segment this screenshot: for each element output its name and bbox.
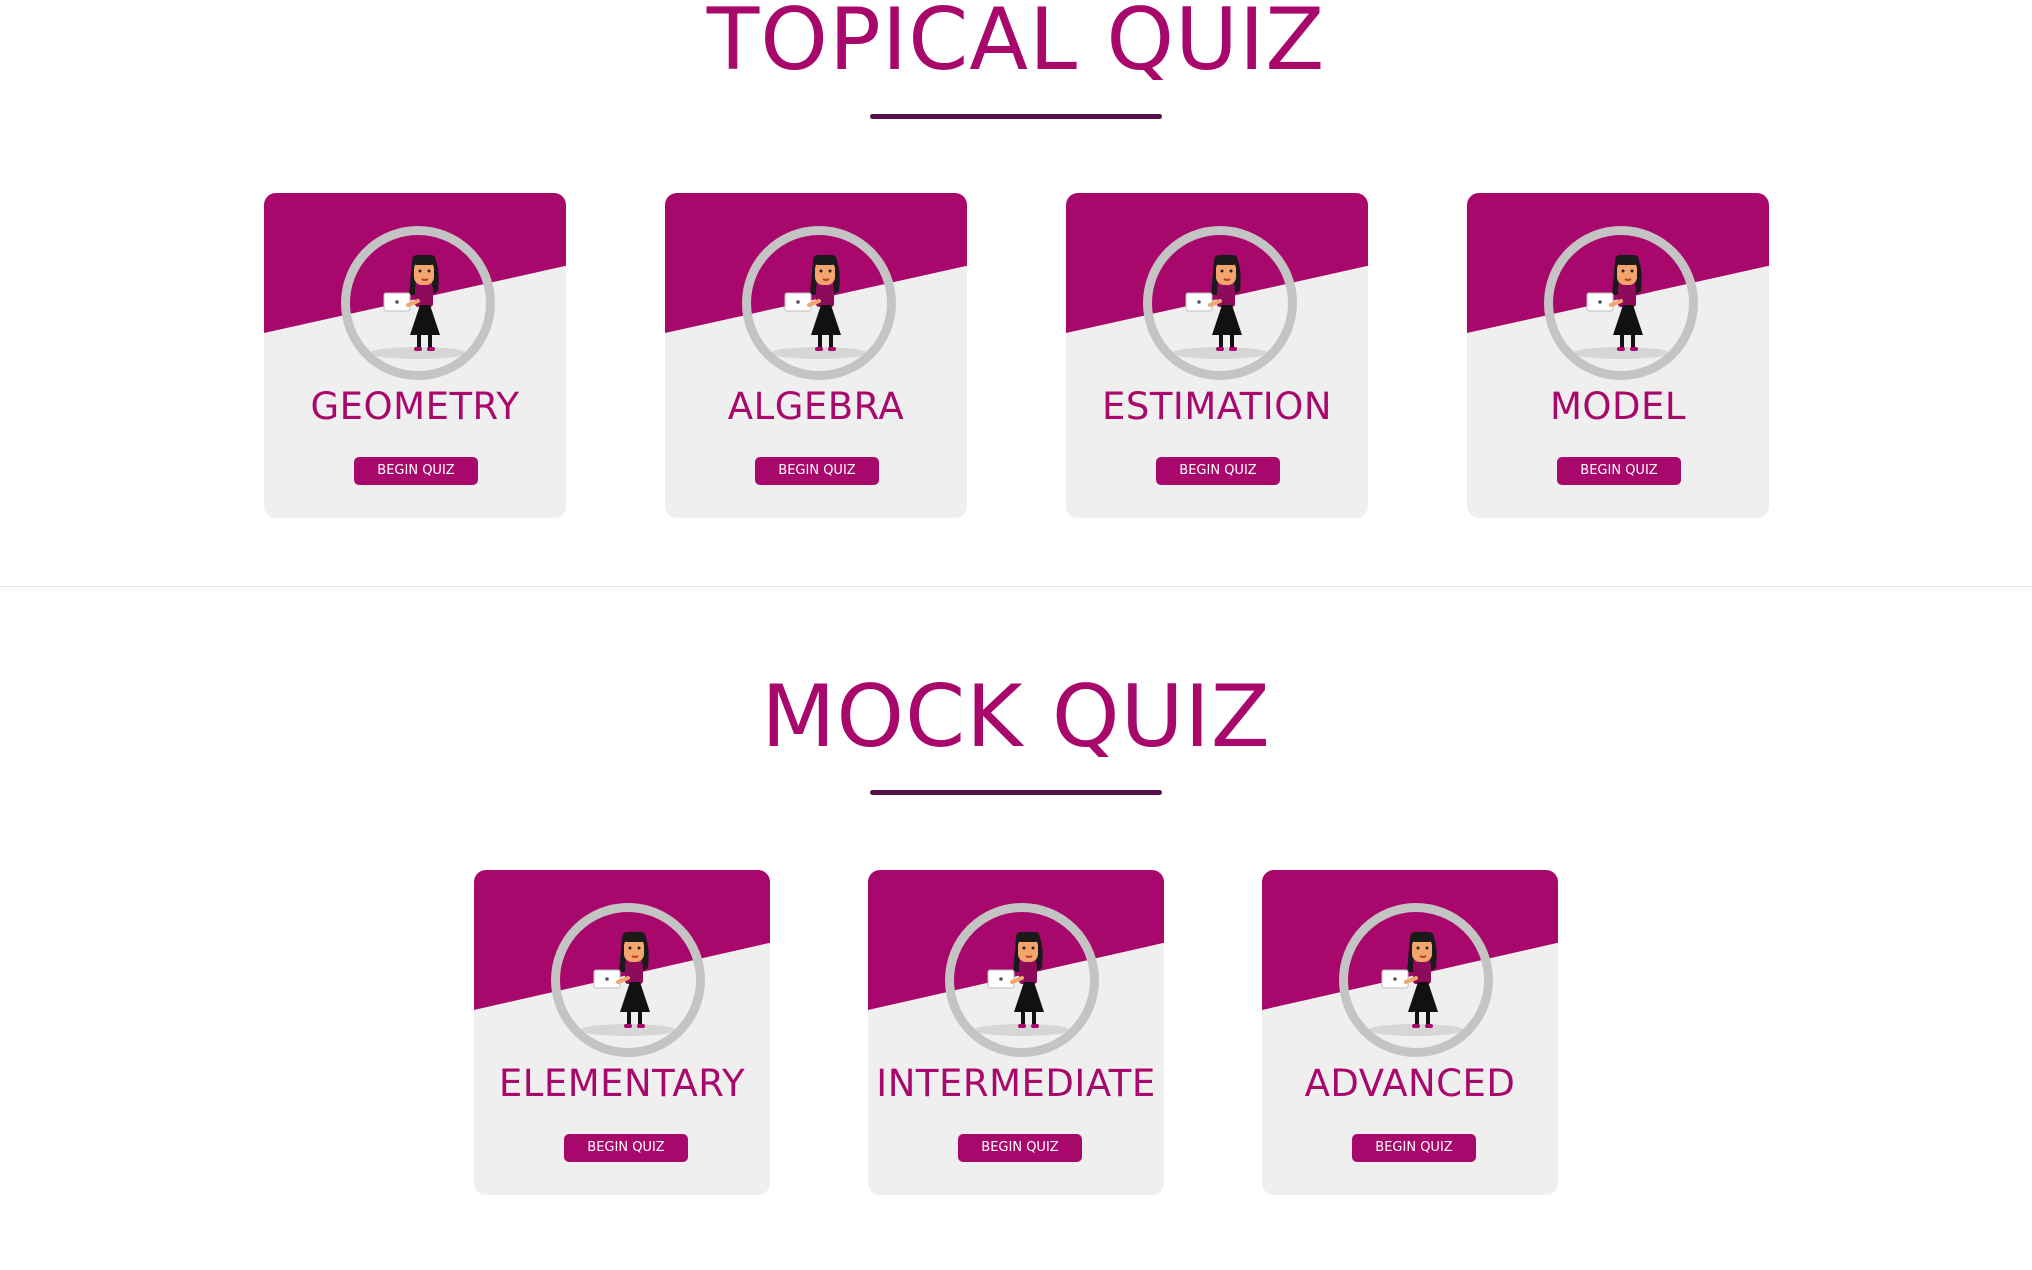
topical-quiz-cards: GEOMETRY BEGIN QUIZ ALGEBRA BEGIN QUIZ E… <box>0 193 2032 593</box>
card-title: MODEL <box>1549 385 1687 428</box>
girl-with-laptop-icon <box>341 226 495 380</box>
girl-with-laptop-icon <box>551 903 705 1057</box>
card-title: ALGEBRA <box>727 385 905 428</box>
topical-quiz-title: TOPICAL QUIZ <box>706 0 1326 90</box>
quiz-card-geometry[interactable]: GEOMETRY BEGIN QUIZ <box>264 193 566 518</box>
card-title: GEOMETRY <box>310 385 520 428</box>
quiz-card-elementary[interactable]: ELEMENTARY BEGIN QUIZ <box>474 870 770 1195</box>
begin-quiz-button[interactable]: BEGIN QUIZ <box>958 1134 1082 1162</box>
quiz-card-intermediate[interactable]: INTERMEDIATE BEGIN QUIZ <box>868 870 1164 1195</box>
begin-quiz-button[interactable]: BEGIN QUIZ <box>1156 457 1280 485</box>
begin-quiz-button[interactable]: BEGIN QUIZ <box>564 1134 688 1162</box>
quiz-card-estimation[interactable]: ESTIMATION BEGIN QUIZ <box>1066 193 1368 518</box>
girl-with-laptop-icon <box>1339 903 1493 1057</box>
section-divider <box>0 586 2032 587</box>
quiz-card-model[interactable]: MODEL BEGIN QUIZ <box>1467 193 1769 518</box>
quiz-card-advanced[interactable]: ADVANCED BEGIN QUIZ <box>1262 870 1558 1195</box>
begin-quiz-button[interactable]: BEGIN QUIZ <box>1557 457 1681 485</box>
begin-quiz-button[interactable]: BEGIN QUIZ <box>354 457 478 485</box>
mock-quiz-title: MOCK QUIZ <box>761 667 1271 767</box>
card-title: ESTIMATION <box>1101 385 1333 428</box>
girl-with-laptop-icon <box>945 903 1099 1057</box>
quiz-card-algebra[interactable]: ALGEBRA BEGIN QUIZ <box>665 193 967 518</box>
mock-title-underline <box>870 790 1162 795</box>
girl-with-laptop-icon <box>1143 226 1297 380</box>
card-title: INTERMEDIATE <box>876 1062 1156 1105</box>
begin-quiz-button[interactable]: BEGIN QUIZ <box>755 457 879 485</box>
girl-with-laptop-icon <box>1544 226 1698 380</box>
card-title: ELEMENTARY <box>498 1062 746 1105</box>
topical-title-underline <box>870 114 1162 119</box>
begin-quiz-button[interactable]: BEGIN QUIZ <box>1352 1134 1476 1162</box>
mock-quiz-cards: ELEMENTARY BEGIN QUIZ INTERMEDIATE BEGIN… <box>0 870 2032 1270</box>
girl-with-laptop-icon <box>742 226 896 380</box>
card-title: ADVANCED <box>1304 1062 1516 1105</box>
